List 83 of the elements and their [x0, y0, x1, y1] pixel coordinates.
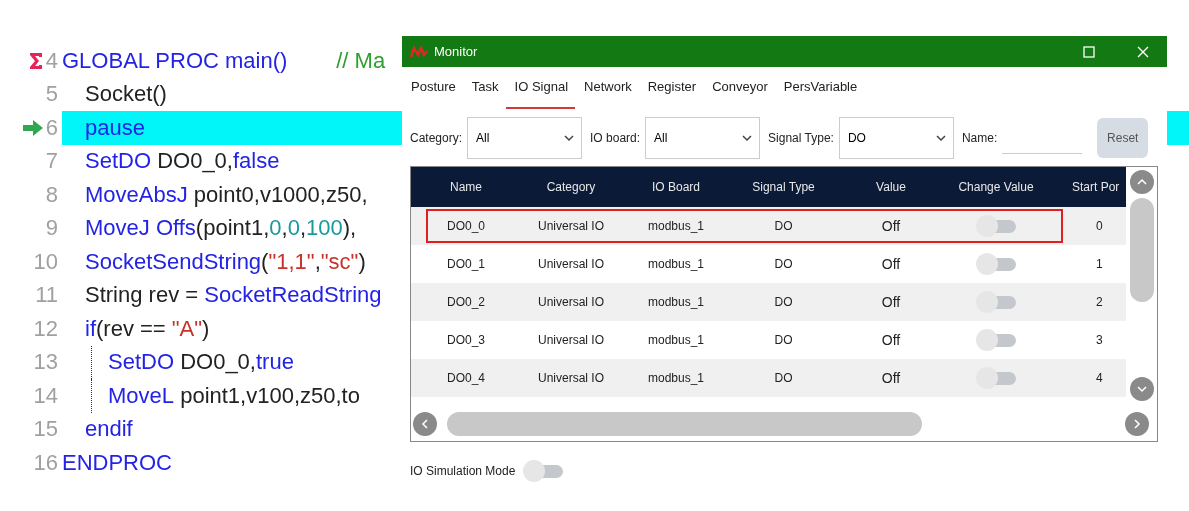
table-cell-text: Universal IO — [537, 257, 605, 271]
line-number: 10 — [33, 248, 58, 275]
filter-dropdown[interactable]: All — [467, 117, 583, 159]
code-line: MoveAbsJ point0,v1000,z50, — [85, 180, 368, 209]
column-header: Start Por — [1071, 180, 1121, 194]
table-cell-text: DO — [773, 219, 794, 233]
table-cell-text: Off — [880, 256, 902, 272]
code-line: endif — [85, 415, 133, 444]
line-number: 11 — [35, 282, 58, 309]
table-cell-text: DO0_2 — [446, 295, 486, 309]
code-line: pause — [85, 113, 145, 142]
table-cell-text: Universal IO — [537, 333, 605, 347]
line-number: 6 — [45, 114, 58, 141]
table-cell-text: Off — [880, 370, 902, 386]
table-cell-text: Universal IO — [537, 295, 605, 309]
table-cell-text: 4 — [1095, 371, 1104, 385]
window-title: Monitor — [434, 44, 479, 59]
table-cell-text: Off — [880, 294, 902, 310]
table-cell-text: modbus_1 — [646, 257, 705, 271]
line-number: 7 — [45, 148, 58, 175]
code-line: GLOBAL PROC main() // Ma — [62, 46, 386, 75]
line-number: 16 — [33, 449, 58, 476]
column-header: Change Value — [957, 180, 1035, 194]
filter-label: IO board: — [590, 131, 641, 145]
code-line: SocketSendString("1,1","sc") — [85, 247, 366, 276]
column-header: Signal Type — [751, 180, 816, 194]
table-cell-text: 0 — [1095, 219, 1104, 233]
code-line: SetDO DO0_0,true — [108, 348, 294, 377]
table-cell-text: Universal IO — [537, 219, 605, 233]
table-cell-text: 2 — [1095, 295, 1104, 309]
tab[interactable]: Register — [638, 73, 704, 109]
table-cell-text: DO — [773, 295, 794, 309]
line-number: 4 — [45, 47, 58, 74]
line-number: 5 — [45, 81, 58, 108]
table-cell-text: DO0_3 — [446, 333, 486, 347]
tab[interactable]: IO Signal — [505, 73, 576, 109]
code-line: String rev = SocketReadString — [85, 281, 382, 310]
table-cell-text: DO0_0 — [446, 219, 486, 233]
line-number: 8 — [45, 181, 58, 208]
tab[interactable]: Task — [462, 73, 506, 109]
simulation-label: IO Simulation Mode — [410, 464, 516, 478]
code-line: MoveL point1,v100,z50,to — [108, 381, 360, 410]
code-line: MoveJ Offs(point1,0,0,100), — [85, 214, 357, 243]
table-row[interactable]: DO0_0 Universal IO modbus_1 DO Off 0 — [411, 207, 1126, 245]
table-row[interactable]: DO0_4 Universal IO modbus_1 DO Off 4 — [411, 359, 1126, 397]
reset-button[interactable]: Reset — [1097, 118, 1149, 158]
tab[interactable]: PersVariable — [774, 73, 865, 109]
filter-label: Name: — [961, 131, 998, 145]
table-cell-text: DO0_1 — [446, 257, 486, 271]
table-cell-text: modbus_1 — [646, 333, 705, 347]
table-cell-text: DO0_4 — [446, 371, 486, 385]
column-header: Name — [449, 180, 483, 194]
table-cell-text: 1 — [1095, 257, 1104, 271]
table-cell-text: Off — [880, 332, 902, 348]
line-number: 13 — [33, 349, 58, 376]
table-cell-text: DO — [773, 333, 794, 347]
code-line: Socket() — [85, 80, 167, 109]
table-cell-text: DO — [773, 371, 794, 385]
column-header: Category — [545, 180, 597, 194]
code-line: if(rev == "A") — [85, 314, 210, 343]
table-cell-text: 3 — [1095, 333, 1104, 347]
column-header: IO Board — [651, 180, 701, 194]
line-number: 12 — [33, 315, 58, 342]
tab[interactable]: Network — [575, 73, 639, 109]
tab[interactable]: Conveyor — [703, 73, 775, 109]
table-cell-text: Off — [880, 218, 902, 234]
table-cell-text: Universal IO — [537, 371, 605, 385]
code-line: ENDPROC — [62, 448, 172, 477]
table-cell-text: DO — [773, 257, 794, 271]
code-line: SetDO DO0_0,false — [85, 147, 280, 176]
filter-dropdown[interactable]: DO — [838, 117, 954, 159]
line-number: 9 — [45, 215, 58, 242]
table-cell-text: modbus_1 — [646, 219, 705, 233]
filter-label: Category: — [410, 131, 463, 145]
line-number: 15 — [33, 416, 58, 443]
column-header: Value — [875, 180, 907, 194]
line-number: 14 — [33, 382, 58, 409]
table-row[interactable]: DO0_2 Universal IO modbus_1 DO Off 2 — [411, 283, 1126, 321]
table-cell-text: modbus_1 — [646, 295, 705, 309]
tab[interactable]: Posture — [402, 73, 463, 109]
table-cell-text: modbus_1 — [646, 371, 705, 385]
filter-dropdown[interactable]: All — [645, 117, 761, 159]
filter-label: Signal Type: — [768, 131, 834, 145]
